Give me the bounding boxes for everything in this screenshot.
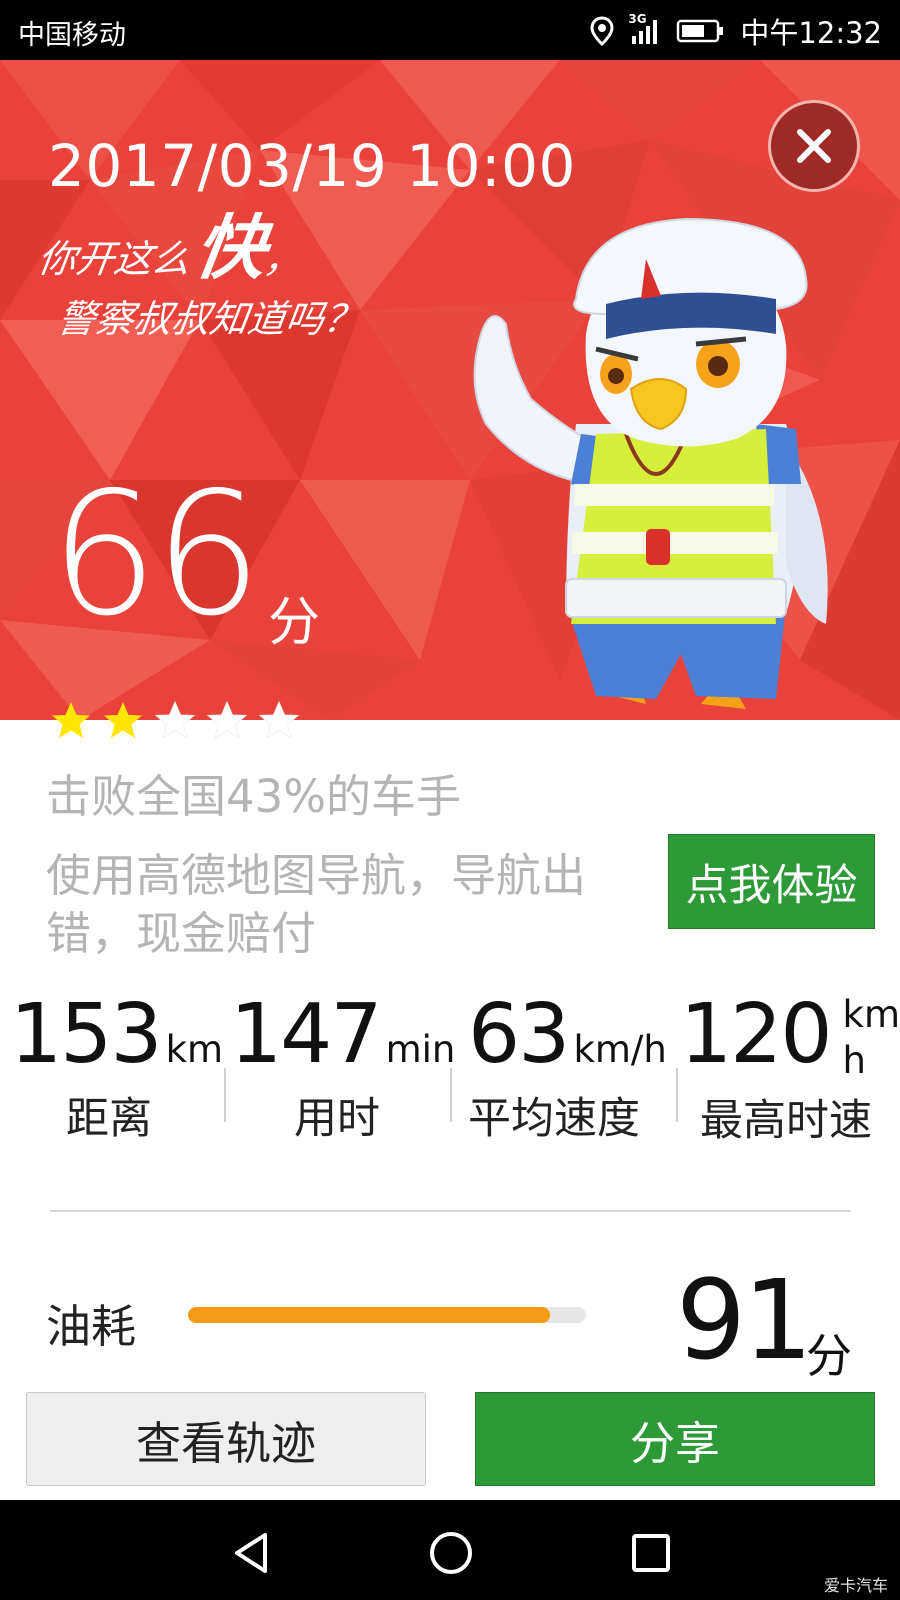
stat-unit: km/h — [573, 1028, 667, 1071]
status-icons: 3G 中午12:32 — [590, 10, 882, 52]
view-track-button[interactable]: 查看轨迹 — [26, 1392, 426, 1486]
hero-slogan: 你开这么快， 警察叔叔知道吗？ — [26, 207, 376, 349]
close-icon — [797, 129, 831, 163]
stat-value: 147 — [230, 987, 383, 1082]
fuel-score: 91 — [676, 1256, 813, 1384]
star-empty-icon — [206, 700, 248, 740]
system-nav-bar: 爱卡汽车 — [0, 1500, 900, 1600]
stat-unit: min — [385, 1028, 456, 1071]
network-type: 3G — [628, 12, 647, 26]
carrier-name: 中国移动 — [18, 20, 126, 51]
stat-label: 最高时速 — [700, 1096, 872, 1146]
score-hero: 2017/03/19 10:00 你开这么快， 警察叔叔知道吗？ 66 分 — [0, 60, 900, 720]
status-time: 中午12:32 — [740, 16, 882, 50]
stat-divider — [450, 1068, 452, 1122]
home-icon — [430, 1532, 472, 1574]
stat-average-speed: 63 km/h 平均速度 — [468, 990, 667, 1146]
stat-divider — [676, 1068, 678, 1122]
try-now-button[interactable]: 点我体验 — [668, 834, 875, 929]
slogan-line2: 警察叔叔知道吗？ — [54, 297, 365, 341]
slogan-emphasis: 快 — [190, 207, 272, 289]
back-icon — [235, 1533, 267, 1573]
drive-score: 66 — [50, 456, 262, 654]
star-filled-icon — [52, 702, 90, 738]
signal-icon: 3G — [628, 12, 662, 46]
slogan-part1: 你开这么 — [35, 237, 194, 281]
stat-label: 距离 — [66, 1094, 152, 1144]
location-icon — [590, 16, 614, 46]
recent-apps-icon — [632, 1534, 670, 1572]
home-button[interactable] — [426, 1528, 476, 1578]
stat-value: 120 — [680, 987, 833, 1082]
fuel-progress-bar — [188, 1307, 586, 1323]
share-button[interactable]: 分享 — [475, 1392, 875, 1486]
drive-score-unit: 分 — [268, 593, 321, 653]
status-bar: 中国移动 3G 中午12:32 — [0, 0, 900, 60]
fuel-label: 油耗 — [46, 1300, 137, 1353]
stat-duration: 147 min 用时 — [230, 990, 455, 1146]
section-divider — [50, 1210, 850, 1212]
stat-max-speed: 120 km/h 最高时速 — [680, 990, 900, 1148]
slogan-part2: ， — [261, 237, 306, 281]
fuel-progress-fill — [188, 1307, 551, 1323]
stat-distance: 153 km 距离 — [10, 990, 223, 1146]
fuel-score-unit: 分 — [806, 1329, 852, 1383]
star-rating — [50, 700, 300, 742]
recent-apps-button[interactable] — [626, 1528, 676, 1578]
police-eagle-mascot — [473, 217, 828, 709]
star-empty-icon — [154, 700, 196, 740]
stat-divider — [224, 1068, 226, 1122]
back-button[interactable] — [226, 1528, 276, 1578]
stat-label: 用时 — [294, 1094, 380, 1144]
watermark: 爱卡汽车 — [823, 1576, 888, 1595]
stat-value: 63 — [468, 987, 570, 1082]
promo-text: 使用高德地图导航，导航出错，现金赔付 — [46, 849, 587, 960]
stat-value: 153 — [10, 987, 163, 1082]
stat-unit: km/h — [842, 993, 900, 1082]
star-filled-icon — [104, 702, 142, 738]
stat-label: 平均速度 — [468, 1094, 640, 1144]
star-empty-icon — [258, 700, 300, 740]
close-button[interactable] — [768, 100, 860, 192]
beat-percentage-text: 击败全国43%的车手 — [46, 770, 462, 823]
battery-icon — [676, 18, 726, 44]
stat-unit: km — [165, 1028, 224, 1071]
